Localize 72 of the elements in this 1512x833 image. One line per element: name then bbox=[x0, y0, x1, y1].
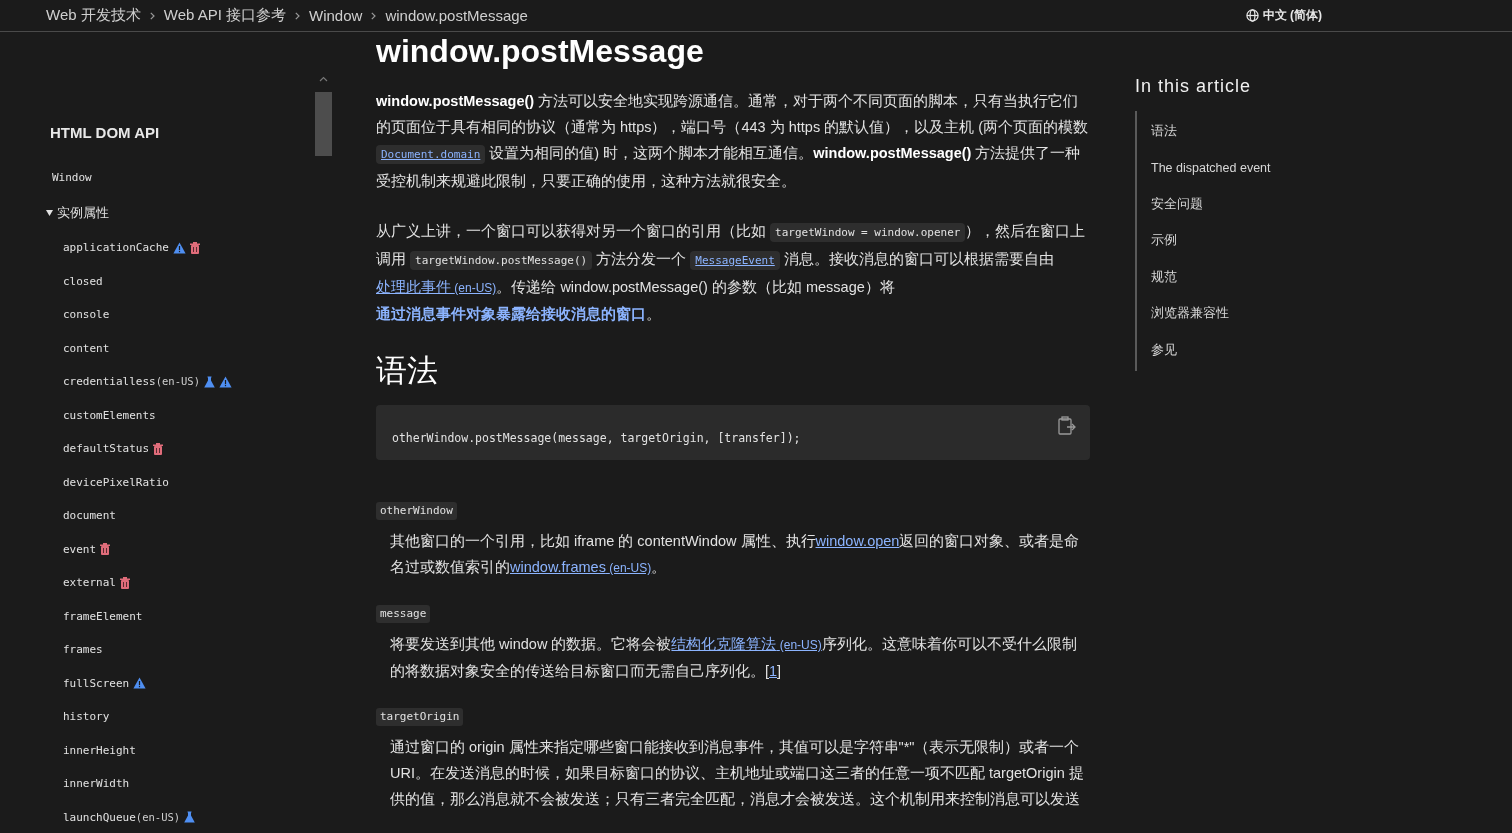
toc-link[interactable]: 规范 bbox=[1151, 259, 1271, 296]
sidebar-item[interactable]: devicePixelRatio bbox=[63, 475, 169, 489]
toc-link[interactable]: 示例 bbox=[1151, 222, 1271, 259]
warning-icon bbox=[133, 677, 147, 690]
inline-code: targetWindow = window.opener bbox=[770, 223, 966, 242]
sidebar-item[interactable]: closed bbox=[63, 274, 103, 288]
sidebar-item[interactable]: frameElement bbox=[63, 609, 143, 623]
section-heading: 语法 bbox=[376, 352, 439, 390]
toc-link[interactable]: 浏览器兼容性 bbox=[1151, 295, 1271, 332]
link[interactable]: 通过消息事件对象暴露给接收消息的窗口 bbox=[376, 306, 646, 322]
sidebar-link[interactable]: Window bbox=[52, 171, 335, 184]
sidebar-item[interactable]: history bbox=[63, 710, 110, 724]
sidebar-item[interactable]: credentialless(en-US) bbox=[63, 375, 200, 389]
code-block: otherWindow.postMessage(message, targetOrigin, [transfer]); bbox=[376, 405, 1090, 460]
parameter-description: 将要发送到其他 window 的数据。它将会被结构化克隆算法 (en-US)序列化。这意味着你可以不受什么限制的将数据对象安全的传送给目标窗口而无需自己序列化。[1] bbox=[390, 635, 1078, 681]
sidebar-item[interactable]: frames bbox=[63, 643, 103, 657]
toc-link[interactable]: The dispatched event bbox=[1151, 149, 1271, 186]
toc-link[interactable]: 语法 bbox=[1151, 113, 1271, 150]
breadcrumb-link[interactable]: window.postMessage bbox=[385, 7, 528, 24]
parameter-name: otherWindow bbox=[376, 502, 457, 520]
chevron-icon bbox=[295, 11, 300, 20]
caret-icon bbox=[46, 210, 53, 216]
paragraph: 从广义上讲，一个窗口可以获得对另一个窗口的引用（比如 targetWindow = window.opener ），然后在窗口上调用 targetWindow.postMessage() 方法分发一个 MessageEvent 消息。接收消息的窗口可以根据需要自由 处理此事件 (en-US)。传递给 window.postMessage() 的参数（比如 message）将 通过消息事件对象暴露给接收消息的窗口。 bbox=[376, 222, 1087, 324]
link[interactable]: 处理此事件 (en-US) bbox=[376, 279, 497, 295]
sidebar-item[interactable]: external bbox=[63, 576, 116, 590]
language-button[interactable]: 中文 (简体) bbox=[1245, 7, 1322, 24]
sidebar-item[interactable]: document bbox=[63, 509, 116, 523]
toc-link[interactable]: 参见 bbox=[1151, 332, 1271, 369]
copy-button[interactable] bbox=[1058, 416, 1076, 435]
parameter-name: targetOrigin bbox=[376, 708, 464, 726]
breadcrumb-link[interactable]: Web 开发技术 bbox=[46, 6, 141, 25]
trash-icon bbox=[189, 241, 200, 254]
sidebar-title: HTML DOM API bbox=[50, 124, 161, 141]
sidebar-item[interactable]: applicationCache bbox=[63, 241, 169, 255]
flask-icon bbox=[184, 811, 196, 824]
sidebar-item[interactable]: innerWidth bbox=[63, 777, 130, 791]
clipboard-icon bbox=[1058, 416, 1076, 435]
flask-icon bbox=[204, 375, 215, 388]
page-title: window.postMessage bbox=[376, 32, 705, 70]
sidebar-item[interactable]: fullScreen bbox=[63, 676, 130, 690]
code-link[interactable]: MessageEvent bbox=[690, 251, 780, 270]
chevron-icon bbox=[149, 11, 155, 20]
parameter-description: 其他窗口的一个引用，比如 iframe 的 contentWindow 属性、执行window.open返回的窗口对象、或者是命名过或数值索引的window.frames (en-US)。 bbox=[390, 532, 1081, 577]
sidebar-item[interactable]: innerHeight bbox=[63, 743, 136, 757]
parameter-description: 通过窗口的 origin 属性来指定哪些窗口能接收到消息事件，其值可以是字符串"*"（表示无限制）或者一个URI。在发送消息的时候，如果目标窗口的协议、主机地址或端口这三者的任意一项不匹配 targetOrigin 提供的值，那么消息就不会被发送；只有三者完全匹配，消息才会被发送。这个机制用来控制消息可以发送 bbox=[390, 738, 1085, 809]
trash-icon bbox=[153, 442, 164, 455]
warning-icon bbox=[172, 241, 186, 254]
toc-title: In this article bbox=[1135, 76, 1253, 97]
breadcrumb-link[interactable]: Window bbox=[309, 7, 363, 24]
sidebar-item[interactable]: event bbox=[63, 542, 97, 556]
toc-link[interactable]: 安全问题 bbox=[1151, 186, 1271, 223]
trash-icon bbox=[100, 543, 111, 556]
sidebar-item[interactable]: console bbox=[63, 308, 110, 322]
trash-icon bbox=[120, 576, 130, 589]
chevron-icon bbox=[371, 11, 377, 20]
link[interactable]: window.frames (en-US) bbox=[510, 559, 652, 575]
paragraph: window.postMessage() 方法可以安全地实现跨源通信。通常，对于两个不同页面的脚本，只有当执行它们的页面位于具有相同的协议（通常为 https），端口号（443 为 https 的默认值），以及主机 (两个页面的模数 Document.domain 设置为相同的值) 时，这两个脚本才能相互通信。window.postMessage() 方法提供了一种受控机制来规避此限制，只要正确的使用，这种方法就很安全。 bbox=[376, 92, 1090, 191]
sidebar-item[interactable]: customElements bbox=[63, 408, 156, 422]
sidebar-item[interactable]: content bbox=[63, 341, 110, 355]
sidebar-item[interactable]: launchQueue(en-US) bbox=[63, 810, 181, 824]
warning-icon bbox=[219, 375, 232, 388]
scroll-up-icon bbox=[319, 76, 328, 82]
parameter-name: message bbox=[376, 605, 431, 623]
sidebar-group[interactable]: 实例属性 bbox=[46, 204, 109, 222]
sidebar-item[interactable]: defaultStatus bbox=[63, 442, 150, 456]
breadcrumb-link[interactable]: Web API 接口参考 bbox=[163, 6, 286, 25]
code-link[interactable]: Document.domain bbox=[376, 145, 486, 164]
link[interactable]: window.open bbox=[815, 533, 900, 549]
inline-code: targetWindow.postMessage() bbox=[410, 251, 593, 270]
globe-icon bbox=[1245, 9, 1259, 22]
scrollbar-thumb[interactable] bbox=[315, 92, 332, 156]
link[interactable]: 结构化克隆算法 (en-US) bbox=[671, 636, 822, 652]
